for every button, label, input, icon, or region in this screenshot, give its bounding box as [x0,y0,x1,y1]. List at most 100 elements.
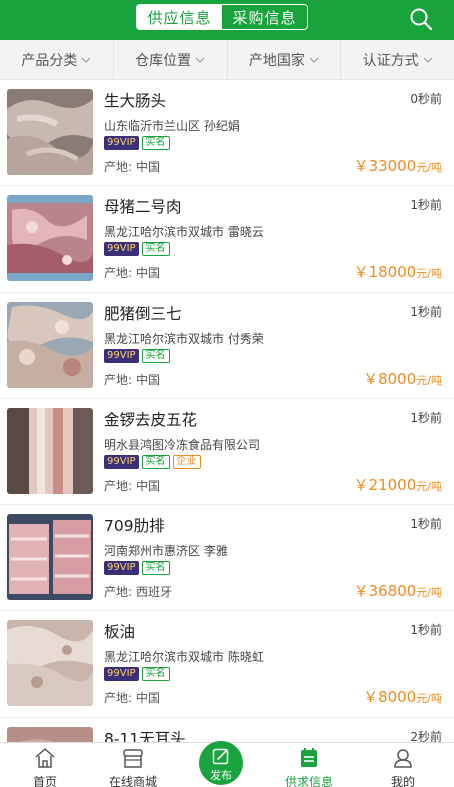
list-item[interactable]: 8-11无耳头 2秒前 [0,718,454,742]
vip-badge: 99VIP [104,136,139,150]
seller-location: 山东临沂市兰山区 孙纪娟 [104,119,240,133]
seller-location: 明水县鸿图冷冻食品有限公司 [104,437,261,452]
vip-badge: 99VIP [104,561,139,576]
price: ￥18000元/吨 [354,261,442,282]
product-photo [7,620,93,707]
tab-purchase[interactable]: 采购信息 [222,5,307,29]
nav-shop[interactable]: 在线商城 [88,743,178,787]
product-title: 肥猪倒三七 [104,304,182,323]
origin: 产地: 中国 [104,477,160,494]
price-value: ￥8000 [363,688,417,707]
origin-country: 中国 [136,266,161,281]
seller-location: 黑龙江哈尔滨市双城市 雷晓云 [104,225,264,240]
nav-supply-info[interactable]: 供求信息 [264,743,354,787]
vip-badge: 99VIP [104,348,139,363]
price-value: ￥33000 [353,157,417,175]
filter-certification[interactable]: 认证方式 [341,40,454,79]
vip-badge: 99VIP [104,667,139,682]
origin: 产地: 中国 [104,371,160,388]
origin-label: 产地: [104,160,133,174]
origin: 产地: 中国 [104,158,160,175]
price-value: ￥21000 [353,475,417,494]
price-unit: 元/吨 [416,479,442,493]
post-time: 1秒前 [410,623,442,638]
price-value: ￥36800 [353,582,417,601]
nav-home[interactable]: 首页 [0,743,90,787]
post-time: 0秒前 [410,92,442,106]
post-time: 1秒前 [410,410,442,425]
product-title: 板油 [104,623,136,642]
post-time: 2秒前 [410,729,442,742]
list-item[interactable]: 母猪二号肉 1秒前 黑龙江哈尔滨市双城市 雷晓云 99VIP 实名 产地: 中国 … [0,186,454,293]
origin: 产地: 中国 [104,264,160,281]
search-button[interactable] [408,6,434,32]
nav-profile[interactable]: 我的 [358,743,448,787]
vip-badge: 99VIP [104,454,139,469]
verified-badge: 实名 [141,242,170,257]
price: ￥33000元/吨 [354,155,442,176]
shop-icon [123,749,143,768]
nav-label: 在线商城 [108,775,157,787]
price: ￥21000元/吨 [354,474,442,495]
list-item[interactable]: 金锣去皮五花 1秒前 明水县鸿图冷冻食品有限公司 99VIP 实名 企业 产地:… [0,399,454,506]
verified-badge: 实名 [141,454,170,469]
list-item[interactable]: 709肋排 1秒前 河南郑州市惠济区 李雅 99VIP 实名 产地: 西班牙 ￥3… [0,505,454,612]
vip-badge: 99VIP [104,242,139,257]
home-icon [35,748,55,768]
price-unit: 元/吨 [416,161,442,174]
post-time: 1秒前 [410,517,442,532]
seller-location: 河南郑州市惠济区 李雅 [104,544,228,559]
supply-purchase-toggle: 供应信息 采购信息 [136,4,308,30]
publish-button[interactable]: 发布 [199,741,243,785]
price: ￥8000元/吨 [363,368,442,389]
tab-supply[interactable]: 供应信息 [137,5,222,29]
price-unit: 元/吨 [416,267,442,281]
price-unit: 元/吨 [416,692,442,706]
origin-label: 产地: [104,372,133,387]
chevron-down-icon [423,57,433,63]
badge-group: 99VIP 实名 [104,348,170,363]
origin-label: 产地: [104,266,133,281]
product-photo [7,726,93,742]
badge-group: 99VIP 实名 企业 [104,454,201,469]
filter-bar: 产品分类 仓库位置 产地国家 认证方式 [0,40,454,80]
product-photo [7,514,93,601]
price-value: ￥8000 [363,369,417,388]
post-time: 1秒前 [410,304,442,319]
origin-country: 中国 [136,372,161,387]
list-item[interactable]: 板油 1秒前 黑龙江哈尔滨市双城市 陈晓虹 99VIP 实名 产地: 中国 ￥80… [0,611,454,718]
origin-label: 产地: [104,585,133,600]
user-icon [394,749,412,768]
verified-badge: 实名 [141,348,170,363]
nav-label: 供求信息 [284,775,333,787]
filter-category[interactable]: 产品分类 [0,40,114,79]
product-title: 8-11无耳头 [104,729,186,742]
filter-label: 认证方式 [362,52,419,69]
product-photo [7,195,93,282]
badge-group: 99VIP 实名 [104,136,170,150]
seller-location: 黑龙江哈尔滨市双城市 陈晓虹 [104,650,264,665]
list-item[interactable]: 生大肠头 0秒前 山东临沂市兰山区 孙纪娟 99VIP 实名 产地: 中国 ￥33… [0,80,454,187]
verified-badge: 实名 [141,667,170,682]
post-time: 1秒前 [410,198,442,213]
origin-country: 中国 [136,160,161,174]
badge-group: 99VIP 实名 [104,667,170,682]
list-item[interactable]: 肥猪倒三七 1秒前 黑龙江哈尔滨市双城市 付秀荣 99VIP 实名 产地: 中国 … [0,293,454,399]
filter-label: 仓库位置 [135,52,192,69]
app-header: 供应信息 采购信息 [0,0,454,40]
origin-country: 中国 [136,478,161,493]
product-title: 709肋排 [104,517,165,536]
origin: 产地: 西班牙 [104,583,172,600]
origin: 产地: 中国 [104,689,160,706]
filter-country[interactable]: 产地国家 [228,40,342,79]
chevron-down-icon [309,57,319,63]
product-photo [7,89,93,175]
enterprise-badge: 企业 [172,454,201,469]
price-unit: 元/吨 [416,586,442,600]
product-photo [7,407,93,494]
supply-list: 生大肠头 0秒前 山东临沂市兰山区 孙纪娟 99VIP 实名 产地: 中国 ￥33… [0,80,454,742]
info-list-icon [301,748,317,767]
origin-label: 产地: [104,478,133,493]
filter-warehouse[interactable]: 仓库位置 [114,40,228,79]
price-value: ￥18000 [353,263,417,282]
